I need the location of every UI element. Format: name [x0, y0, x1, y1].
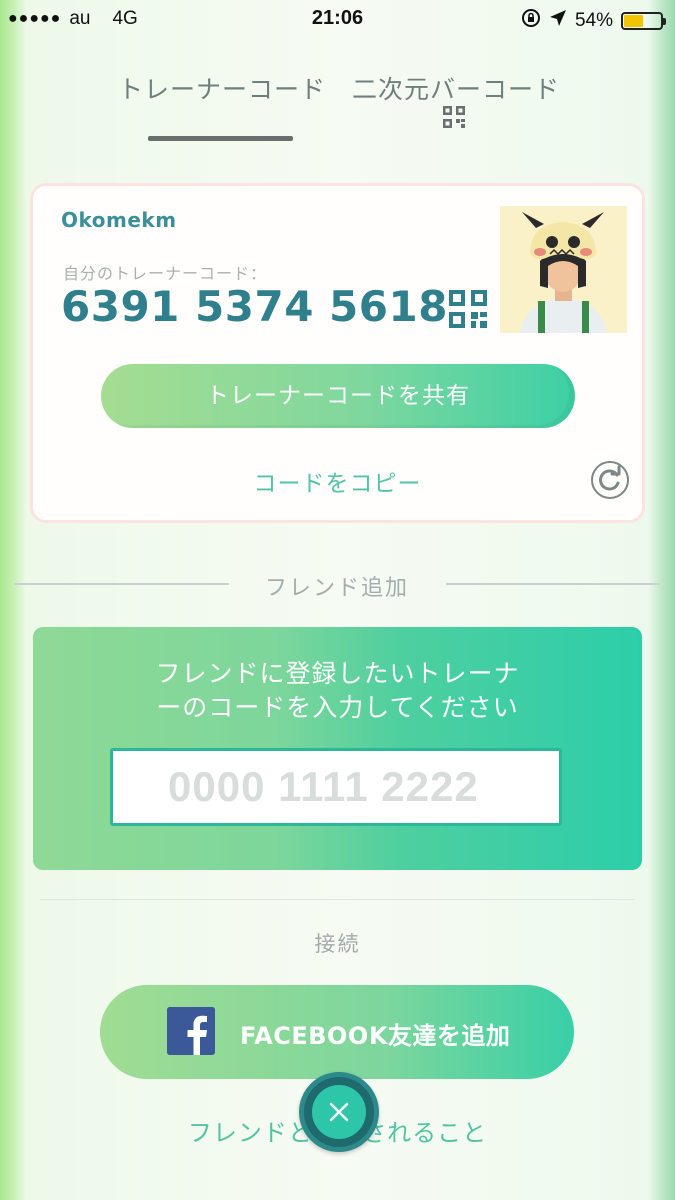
- close-button[interactable]: [299, 1072, 379, 1152]
- friend-code-input[interactable]: [110, 748, 562, 826]
- prompt-line-2: ーのコードを入力してください: [156, 693, 519, 722]
- rotation-lock-icon: [521, 8, 541, 34]
- facebook-button-label: FACEBOOK友達を追加: [240, 1022, 511, 1050]
- code-tabs: トレーナーコード 二次元バーコード: [0, 62, 675, 152]
- connect-section-title: 接続: [314, 932, 361, 956]
- trainer-name: Okomekm: [61, 208, 177, 232]
- qr-code-icon[interactable]: [449, 290, 487, 328]
- prompt-line-1: フレンドに登録したいトレーナ: [155, 659, 520, 688]
- add-friend-prompt: フレンドに登録したいトレーナ ーのコードを入力してください: [33, 657, 642, 725]
- add-facebook-friends-button[interactable]: FACEBOOK友達を追加: [100, 985, 574, 1079]
- divider-line: [446, 583, 660, 585]
- trainer-avatar: [500, 206, 627, 333]
- tab-trainer-code[interactable]: トレーナーコード: [118, 70, 326, 106]
- close-icon: [312, 1085, 366, 1139]
- location-arrow-icon: [549, 9, 567, 33]
- network-type: 4G: [112, 8, 138, 29]
- add-friend-panel: フレンドに登録したいトレーナ ーのコードを入力してください: [33, 627, 642, 870]
- add-friend-section-title: フレンド追加: [264, 576, 409, 601]
- share-trainer-code-button[interactable]: トレーナーコードを共有: [101, 364, 575, 428]
- trainer-code-value: 6391 5374 5618: [61, 282, 448, 331]
- add-friend-divider: フレンド追加: [14, 568, 660, 601]
- qr-code-icon[interactable]: [443, 106, 465, 128]
- refresh-icon[interactable]: [590, 460, 630, 500]
- status-bar: ●●●●● au 4G 21:06 54%: [0, 0, 675, 38]
- battery-percent: 54%: [574, 10, 613, 31]
- tab-qr-code[interactable]: 二次元バーコード: [352, 70, 560, 106]
- battery-icon: [621, 12, 666, 30]
- divider-line: [40, 899, 635, 900]
- active-tab-indicator: [148, 136, 293, 141]
- trainer-code-card: Okomekm 自分のトレーナーコード： 6391 5374 5618 トレーナ…: [30, 183, 645, 523]
- facebook-icon: [167, 1007, 215, 1055]
- copy-code-link[interactable]: コードをコピー: [33, 464, 642, 498]
- carrier-name: au: [69, 8, 91, 29]
- signal-strength-icon: ●●●●●: [8, 10, 62, 27]
- battery-level: [624, 15, 644, 27]
- trainer-code-label: 自分のトレーナーコード：: [63, 264, 268, 283]
